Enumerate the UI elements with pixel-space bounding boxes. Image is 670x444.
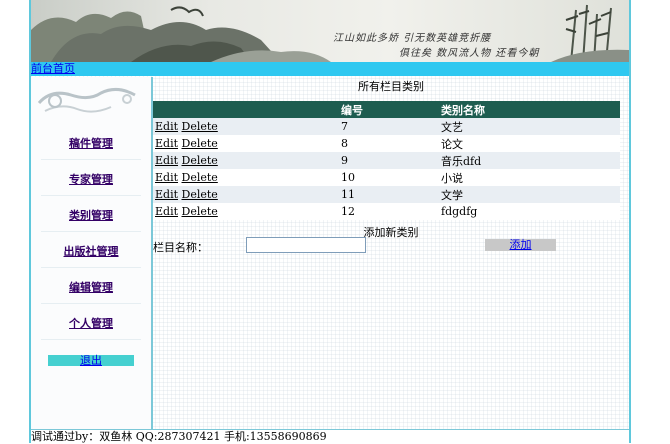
delete-link[interactable]: Delete	[182, 154, 218, 167]
add-button[interactable]: 添加	[485, 239, 556, 251]
divider	[41, 231, 141, 232]
edit-link[interactable]: Edit	[155, 171, 178, 184]
row-id: 8	[339, 135, 439, 152]
table-row: Edit Delete 11 文学	[153, 186, 620, 203]
table-caption: 所有栏目类别	[358, 80, 424, 93]
main-content: 所有栏目类别 编号 类别名称 Edit Delete 7 文艺 Edit Del…	[153, 77, 629, 429]
banner-poem-line2: 俱往矣 数风流人物 还看今朝	[399, 48, 540, 59]
table-row: Edit Delete 7 文艺	[153, 118, 620, 135]
sidebar-item-editors[interactable]: 编辑管理	[31, 279, 151, 295]
delete-link[interactable]: Delete	[182, 120, 218, 133]
row-id: 11	[339, 186, 439, 203]
row-id: 7	[339, 118, 439, 135]
divider	[41, 267, 141, 268]
row-name: 论文	[439, 135, 620, 152]
divider	[41, 339, 141, 340]
sidebar-item-manuscripts[interactable]: 稿件管理	[31, 135, 151, 151]
edit-link[interactable]: Edit	[155, 137, 178, 150]
row-actions: Edit Delete	[153, 169, 339, 186]
edit-link[interactable]: Edit	[155, 120, 178, 133]
category-name-label: 栏目名称：	[153, 241, 208, 254]
divider	[41, 195, 141, 196]
delete-link[interactable]: Delete	[182, 188, 218, 201]
sidebar: 稿件管理 专家管理 类别管理 出版社管理 编辑管理 个人管理 退出	[31, 77, 153, 429]
row-name: 文艺	[439, 118, 620, 135]
row-actions: Edit Delete	[153, 118, 339, 135]
row-id: 10	[339, 169, 439, 186]
table-row: Edit Delete 10 小说	[153, 169, 620, 186]
row-actions: Edit Delete	[153, 152, 339, 169]
row-actions: Edit Delete	[153, 135, 339, 152]
app-frame: 江山如此多娇 引无数英雄竞折腰 俱往矣 数风流人物 还看今朝 前台首页 稿件管理…	[29, 0, 631, 444]
row-name: fdgdfg	[439, 203, 620, 220]
divider	[41, 159, 141, 160]
row-id: 12	[339, 203, 439, 220]
delete-link[interactable]: Delete	[182, 137, 218, 150]
table-row: Edit Delete 9 音乐dfd	[153, 152, 620, 169]
row-name: 音乐dfd	[439, 152, 620, 169]
sidebar-item-categories[interactable]: 类别管理	[31, 207, 151, 223]
table-row: Edit Delete 12 fdgdfg	[153, 203, 620, 220]
edit-link[interactable]: Edit	[155, 205, 178, 218]
row-id: 9	[339, 152, 439, 169]
table-row: Edit Delete 8 论文	[153, 135, 620, 152]
row-actions: Edit Delete	[153, 186, 339, 203]
category-name-input[interactable]	[246, 237, 366, 253]
divider	[41, 303, 141, 304]
home-link[interactable]: 前台首页	[31, 62, 75, 75]
add-category-title: 添加新类别	[363, 226, 419, 239]
delete-link[interactable]: Delete	[182, 171, 218, 184]
logout-button[interactable]: 退出	[48, 355, 134, 366]
column-header-id: 编号	[339, 101, 439, 118]
column-header-actions	[153, 101, 339, 118]
banner-poem-line1: 江山如此多娇 引无数英雄竞折腰	[333, 33, 492, 44]
delete-link[interactable]: Delete	[182, 205, 218, 218]
category-table: 编号 类别名称 Edit Delete 7 文艺 Edit Delete 8 论…	[153, 101, 620, 220]
sidebar-item-personal[interactable]: 个人管理	[31, 315, 151, 331]
row-name: 文学	[439, 186, 620, 203]
footer: 调试通过by：双鱼林 QQ:287307421 手机:13558690869	[31, 429, 629, 444]
row-actions: Edit Delete	[153, 203, 339, 220]
column-header-name: 类别名称	[439, 101, 620, 118]
edit-link[interactable]: Edit	[155, 188, 178, 201]
sidebar-item-publishers[interactable]: 出版社管理	[31, 243, 151, 259]
banner: 江山如此多娇 引无数英雄竞折腰 俱往矣 数风流人物 还看今朝	[31, 0, 629, 62]
row-name: 小说	[439, 169, 620, 186]
top-nav-bar: 前台首页	[31, 62, 629, 76]
sidebar-item-experts[interactable]: 专家管理	[31, 171, 151, 187]
edit-link[interactable]: Edit	[155, 154, 178, 167]
table-header-row: 编号 类别名称	[153, 101, 620, 118]
scroll-ornament-icon	[37, 88, 136, 113]
